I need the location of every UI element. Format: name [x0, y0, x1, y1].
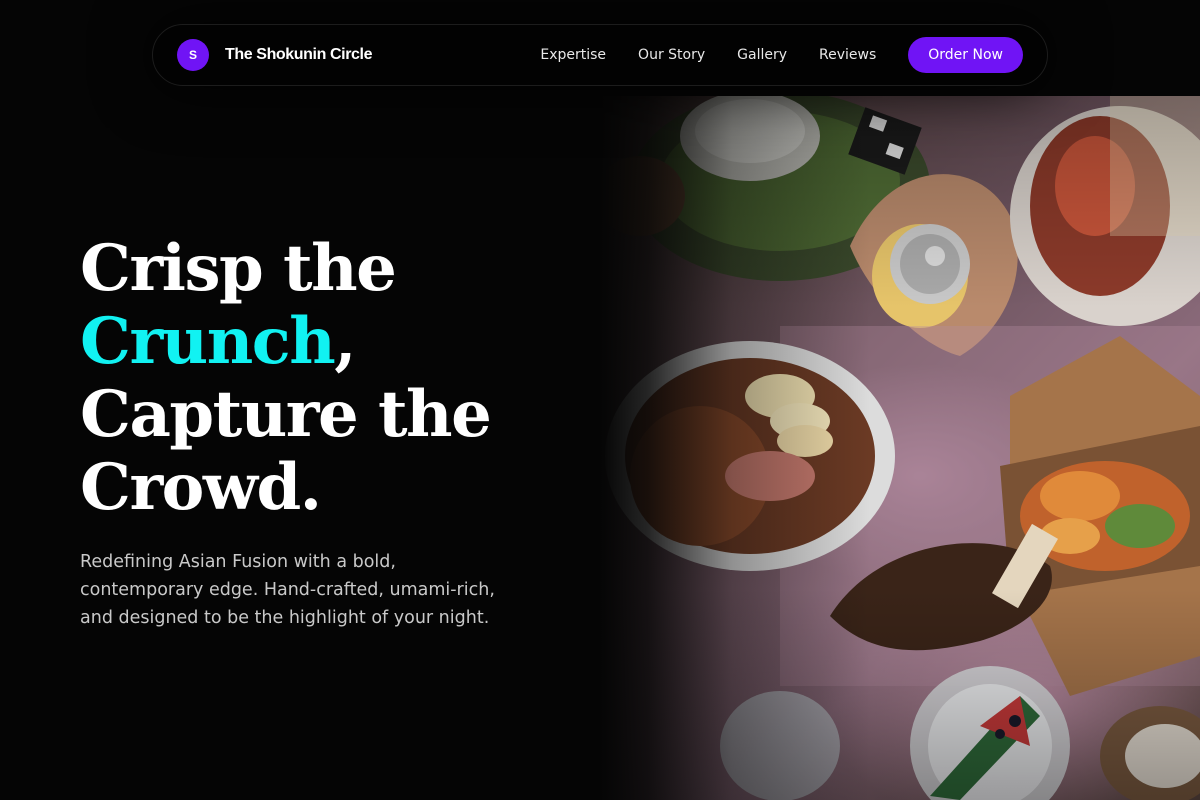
top-nav: S The Shokunin Circle Expertise Our Stor… — [152, 24, 1048, 86]
headline-line-3: Capture the — [80, 377, 492, 452]
brand-name[interactable]: The Shokunin Circle — [225, 46, 372, 64]
nav-link-reviews[interactable]: Reviews — [819, 47, 876, 63]
nav-link-gallery[interactable]: Gallery — [737, 47, 787, 63]
hero-description: Redefining Asian Fusion with a bold, con… — [80, 552, 495, 628]
nav-link-our-story[interactable]: Our Story — [638, 47, 705, 63]
hero-food-photo — [600, 96, 1200, 800]
landing-page: S The Shokunin Circle Expertise Our Stor… — [0, 0, 1200, 800]
brand[interactable]: S The Shokunin Circle — [177, 39, 372, 71]
headline-line-4: Crowd. — [80, 450, 322, 525]
order-now-button[interactable]: Order Now — [908, 37, 1023, 73]
photo-fade — [600, 96, 1200, 800]
brand-logo-icon[interactable]: S — [177, 39, 209, 71]
hero-headline: Crisp the Crunch, Capture the Crowd. — [80, 232, 550, 524]
nav-link-expertise[interactable]: Expertise — [540, 47, 606, 63]
headline-comma: , — [334, 304, 356, 379]
hero-section: Crisp the Crunch, Capture the Crowd. Red… — [80, 232, 550, 632]
nav-links: Expertise Our Story Gallery Reviews Orde… — [540, 37, 1023, 73]
headline-accent: Crunch — [80, 304, 336, 379]
headline-line-1: Crisp the — [80, 231, 397, 306]
